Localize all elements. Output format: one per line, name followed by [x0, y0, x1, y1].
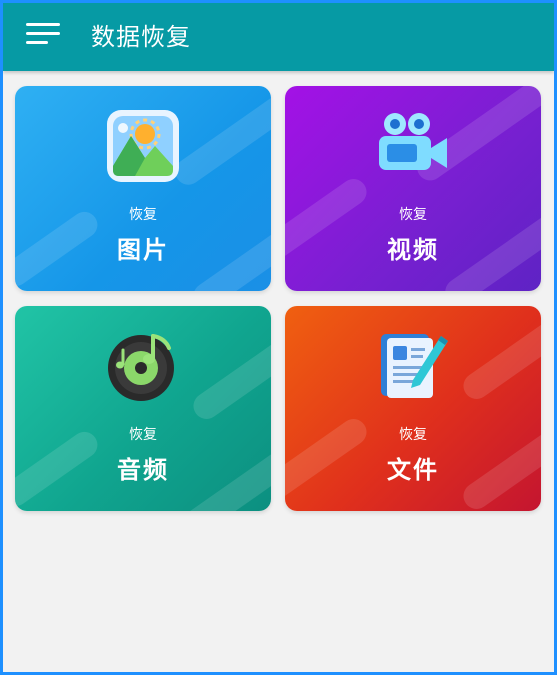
audio-label: 音频: [117, 456, 169, 484]
recover-videos-card[interactable]: 恢复 视频: [285, 86, 541, 291]
recover-files-card[interactable]: 恢复 文件: [285, 306, 541, 511]
menu-icon[interactable]: [26, 21, 60, 47]
app-window: 数据恢复 恢复 图片 恢复 视频 恢复 音频 恢复 文件: [0, 0, 557, 675]
recover-audio-card[interactable]: 恢复 音频: [15, 306, 271, 511]
app-bar: 数据恢复: [3, 3, 554, 71]
files-label: 文件: [387, 456, 439, 484]
videos-label: 视频: [387, 236, 439, 264]
music-disc-icon: [108, 334, 174, 401]
recover-caption: 恢复: [399, 207, 427, 223]
picture-icon: [107, 110, 179, 182]
recover-photos-card[interactable]: 恢复 图片: [15, 86, 271, 291]
recover-caption: 恢复: [129, 207, 157, 223]
recover-caption: 恢复: [129, 427, 157, 443]
document-edit-icon: [381, 334, 448, 398]
recover-caption: 恢复: [399, 427, 427, 443]
video-camera-icon: [379, 113, 447, 170]
page-title: 数据恢复: [91, 23, 191, 51]
photos-label: 图片: [117, 236, 169, 264]
